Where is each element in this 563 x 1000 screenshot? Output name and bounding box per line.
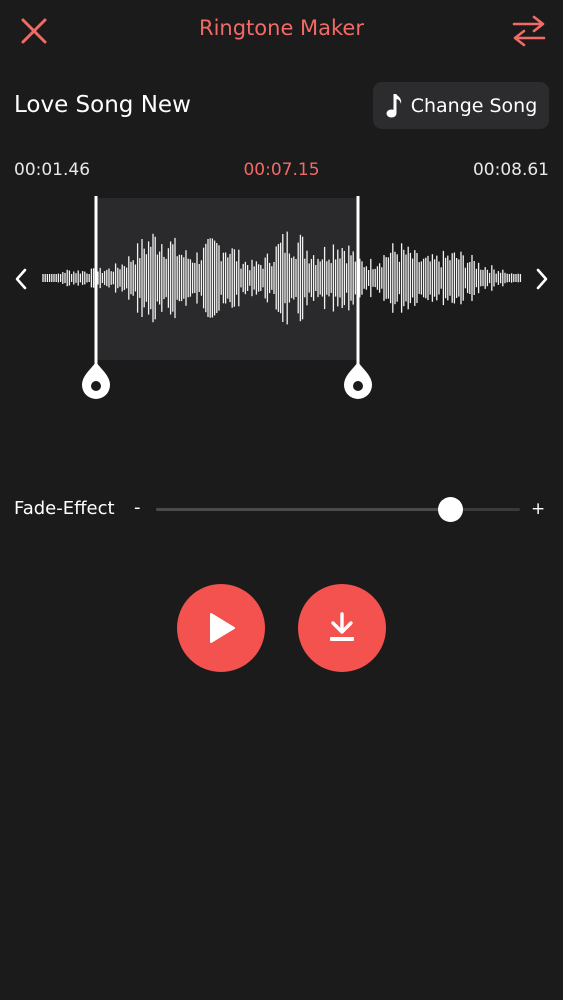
fade-minus-label: - [134, 497, 141, 518]
play-icon [210, 613, 235, 643]
end-time: 00:08.61 [472, 160, 549, 180]
song-title: Love Song New [14, 92, 191, 118]
download-button[interactable] [298, 584, 386, 672]
fade-plus-label: + [531, 499, 546, 519]
download-icon [330, 612, 354, 641]
fade-slider-thumb[interactable] [438, 497, 464, 522]
waveform-area[interactable] [0, 190, 563, 405]
fade-slider-fill [156, 508, 451, 511]
page-title: Ringtone Maker [198, 16, 364, 40]
change-song-label: Change Song [410, 94, 538, 117]
fade-slider-track[interactable] [156, 508, 520, 511]
swap-button[interactable] [506, 12, 552, 52]
waveform [42, 196, 522, 399]
change-song-button[interactable]: Change Song [373, 82, 549, 129]
play-button[interactable] [177, 584, 265, 672]
swap-arrows-icon [512, 15, 546, 47]
music-note-icon [386, 93, 401, 117]
fade-effect-label: Fade-Effect [14, 498, 115, 519]
